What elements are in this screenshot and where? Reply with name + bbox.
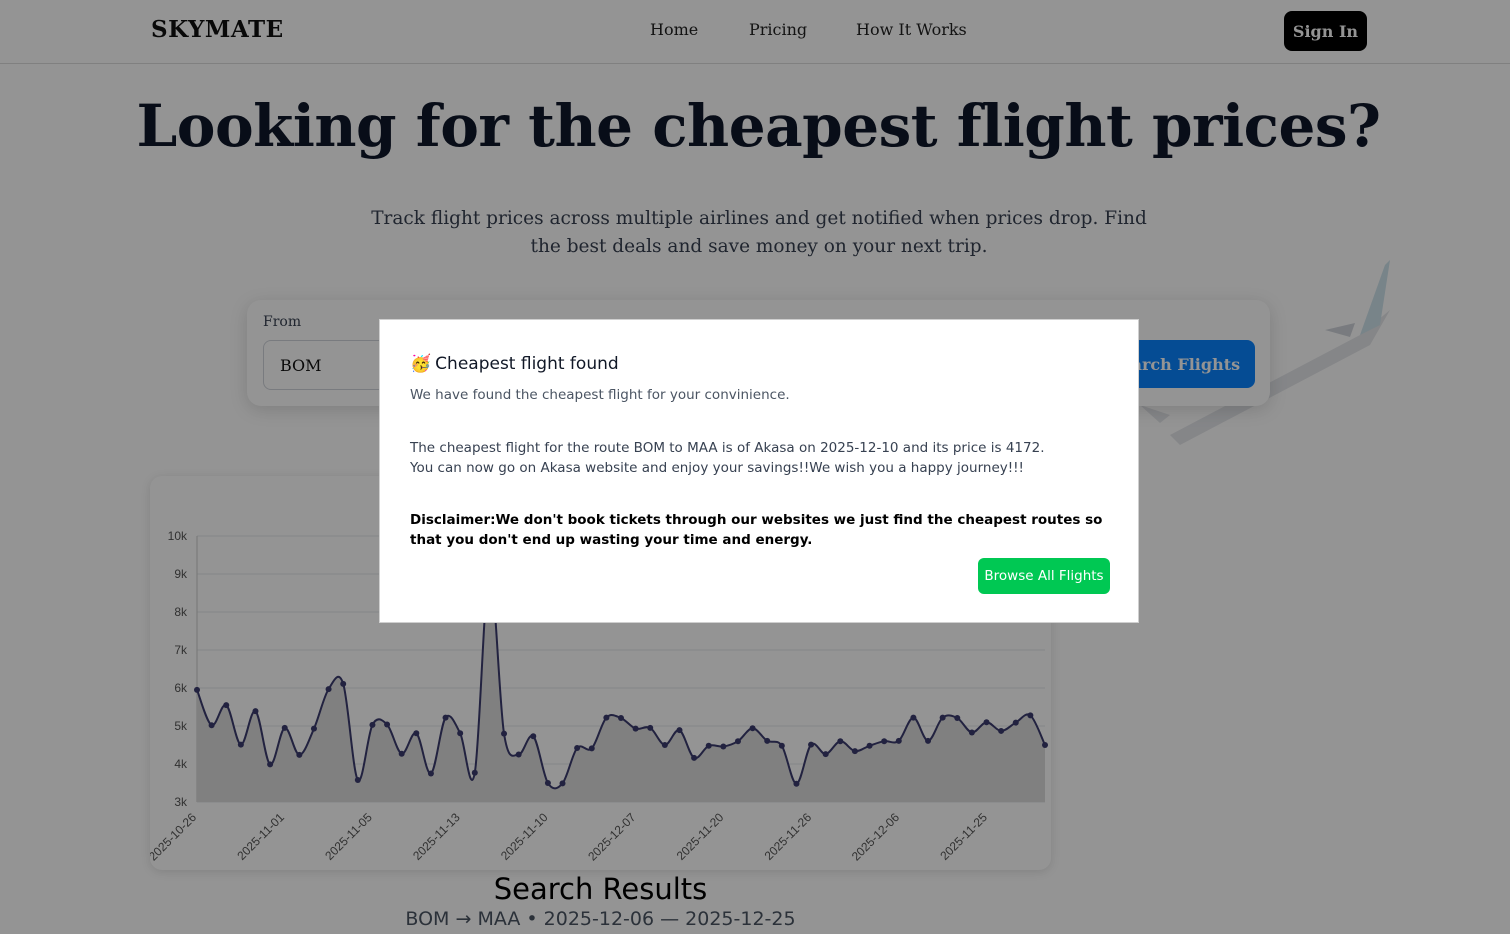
party-emoji-icon: 🥳: [410, 354, 432, 374]
modal-title: 🥳 Cheapest flight found: [410, 354, 619, 374]
modal-subtitle: We have found the cheapest flight for yo…: [410, 387, 790, 403]
modal-title-text: Cheapest flight found: [435, 354, 619, 374]
cheapest-flight-modal: 🥳 Cheapest flight found We have found th…: [379, 319, 1139, 623]
modal-body-line-2: You can now go on Akasa website and enjo…: [410, 460, 1024, 476]
modal-disclaimer: Disclaimer:We don't book tickets through…: [410, 512, 1103, 548]
modal-body: The cheapest flight for the route BOM to…: [410, 438, 1110, 478]
modal-body-line-1: The cheapest flight for the route BOM to…: [410, 440, 1045, 456]
browse-all-flights-button[interactable]: Browse All Flights: [978, 558, 1110, 594]
